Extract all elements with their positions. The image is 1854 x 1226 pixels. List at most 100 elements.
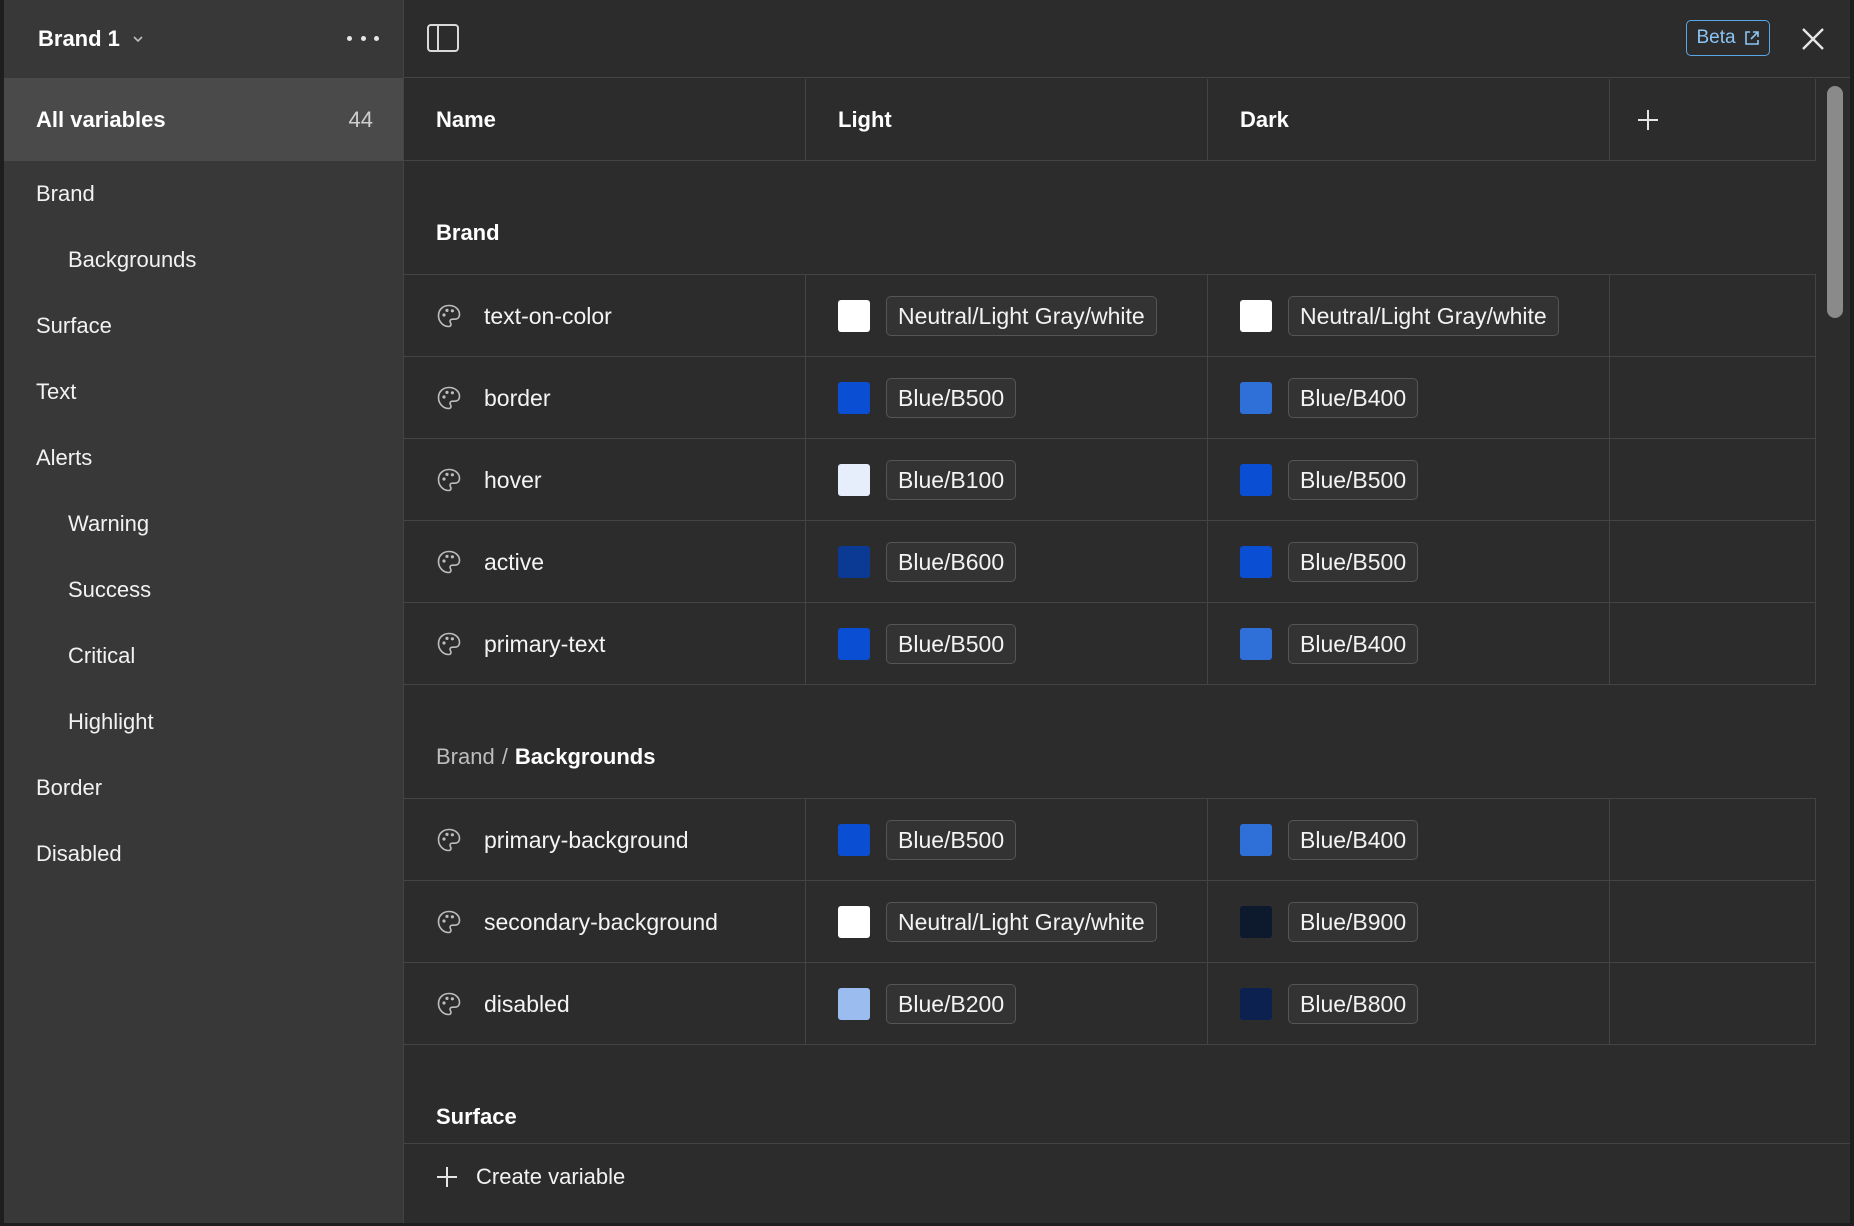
variable-name-cell[interactable]: text-on-color [404,275,806,357]
table-row[interactable]: border Blue/B500 Blue/B400 [404,357,1816,439]
variable-name-cell[interactable]: active [404,521,806,603]
sidebar-group-item[interactable]: Brand [4,161,403,227]
variable-value-cell-dark[interactable]: Blue/B900 [1208,881,1610,963]
variable-name-cell[interactable]: primary-text [404,603,806,685]
color-swatch[interactable] [838,464,870,496]
table-row[interactable]: primary-background Blue/B500 Blue/B400 [404,799,1816,881]
sidebar-group-item[interactable]: Alerts [4,425,403,491]
variable-value-cell-light[interactable]: Neutral/Light Gray/white [806,275,1208,357]
table-row[interactable]: primary-text Blue/B500 Blue/B400 [404,603,1816,685]
table-row[interactable]: hover Blue/B100 Blue/B500 [404,439,1816,521]
variable-name: active [484,548,545,575]
alias-pill[interactable]: Neutral/Light Gray/white [1288,296,1559,336]
table-row[interactable]: secondary-background Neutral/Light Gray/w… [404,881,1816,963]
sidebar-group-item[interactable]: Warning [4,491,403,557]
all-variables-item[interactable]: All variables 44 [4,78,403,161]
variable-value-cell-light[interactable]: Blue/B500 [806,799,1208,881]
alias-pill[interactable]: Blue/B200 [886,984,1017,1024]
alias-pill[interactable]: Blue/B800 [1288,984,1419,1024]
alias-pill[interactable]: Neutral/Light Gray/white [886,296,1157,336]
group-heading: Surface [404,1045,1816,1143]
alias-pill[interactable]: Blue/B400 [1288,624,1419,664]
table-row[interactable]: disabled Blue/B200 Blue/B800 [404,963,1816,1045]
create-variable-label: Create variable [476,1164,626,1189]
variable-name-cell[interactable]: hover [404,439,806,521]
alias-pill[interactable]: Blue/B100 [886,460,1017,500]
variable-value-cell-light[interactable]: Blue/B500 [806,357,1208,439]
color-swatch[interactable] [838,824,870,856]
sidebar-group-item[interactable]: Surface [4,293,403,359]
sidebar-group-item[interactable]: Border [4,755,403,821]
color-swatch[interactable] [838,988,870,1020]
close-icon[interactable] [1796,22,1830,56]
alias-pill[interactable]: Blue/B600 [886,542,1017,582]
color-swatch[interactable] [1240,546,1272,578]
sidebar-group-item[interactable]: Critical [4,623,403,689]
variable-name-cell[interactable]: secondary-background [404,881,806,963]
alias-pill[interactable]: Blue/B500 [1288,542,1419,582]
sidebar-group-item[interactable]: Backgrounds [4,227,403,293]
group-heading-title: Surface [436,1104,517,1129]
color-swatch[interactable] [1240,300,1272,332]
alias-pill[interactable]: Blue/B500 [886,624,1017,664]
color-swatch[interactable] [1240,382,1272,414]
alias-pill[interactable]: Blue/B500 [1288,460,1419,500]
color-swatch[interactable] [838,382,870,414]
sidebar-group-item[interactable]: Text [4,359,403,425]
empty-mode-cell [1610,799,1816,881]
alias-pill[interactable]: Neutral/Light Gray/white [886,902,1157,942]
variable-value-cell-dark[interactable]: Neutral/Light Gray/white [1208,275,1610,357]
table-row[interactable]: active Blue/B600 Blue/B500 [404,521,1816,603]
color-swatch[interactable] [1240,988,1272,1020]
group-heading-parent: Brand [436,744,495,769]
alias-pill[interactable]: Blue/B900 [1288,902,1419,942]
variable-value-cell-dark[interactable]: Blue/B500 [1208,521,1610,603]
variable-value-cell-dark[interactable]: Blue/B500 [1208,439,1610,521]
more-horizontal-icon [347,35,352,41]
variable-value-cell-dark[interactable]: Blue/B400 [1208,799,1610,881]
color-swatch[interactable] [838,628,870,660]
alias-pill[interactable]: Blue/B500 [886,820,1017,860]
chevron-down-icon [133,36,143,43]
alias-pill[interactable]: Blue/B400 [1288,820,1419,860]
variable-value-cell-light[interactable]: Neutral/Light Gray/white [806,881,1208,963]
variable-value-cell-light[interactable]: Blue/B600 [806,521,1208,603]
variable-value-cell-dark[interactable]: Blue/B400 [1208,357,1610,439]
variable-value-cell-dark[interactable]: Blue/B800 [1208,963,1610,1045]
collections-sidebar: Brand 1 All variables 44 Brand Background… [4,0,404,1223]
collection-switcher[interactable]: Brand 1 [38,26,144,52]
color-swatch[interactable] [838,906,870,938]
variable-value-cell-light[interactable]: Blue/B200 [806,963,1208,1045]
sidebar-toggle-icon[interactable] [427,24,459,52]
column-header-name[interactable]: Name [404,79,806,161]
create-variable-button[interactable]: Create variable [436,1164,625,1190]
variable-value-cell-light[interactable]: Blue/B500 [806,603,1208,685]
sidebar-group-item[interactable]: Highlight [4,689,403,755]
variable-name: secondary-background [484,908,718,935]
sidebar-group-item[interactable]: Disabled [4,821,403,887]
empty-mode-cell [1610,963,1816,1045]
scrollbar-thumb[interactable] [1827,86,1843,318]
sidebar-group-item[interactable]: Success [4,557,403,623]
beta-badge[interactable]: Beta [1686,20,1770,56]
color-swatch[interactable] [1240,464,1272,496]
variable-value-cell-dark[interactable]: Blue/B400 [1208,603,1610,685]
alias-pill[interactable]: Blue/B400 [1288,378,1419,418]
beta-label: Beta [1696,27,1736,48]
add-mode-button[interactable] [1610,79,1816,161]
variable-value-cell-light[interactable]: Blue/B100 [806,439,1208,521]
alias-pill[interactable]: Blue/B500 [886,378,1017,418]
variable-name-cell[interactable]: border [404,357,806,439]
column-header-dark[interactable]: Dark [1208,79,1610,161]
color-swatch[interactable] [1240,824,1272,856]
variable-name: primary-text [484,630,606,657]
variable-name-cell[interactable]: disabled [404,963,806,1045]
color-swatch[interactable] [1240,906,1272,938]
color-swatch[interactable] [1240,628,1272,660]
more-options-button[interactable] [345,26,381,50]
color-swatch[interactable] [838,300,870,332]
table-row[interactable]: text-on-color Neutral/Light Gray/white Neu… [404,275,1816,357]
variable-name-cell[interactable]: primary-background [404,799,806,881]
color-swatch[interactable] [838,546,870,578]
column-header-light[interactable]: Light [806,79,1208,161]
